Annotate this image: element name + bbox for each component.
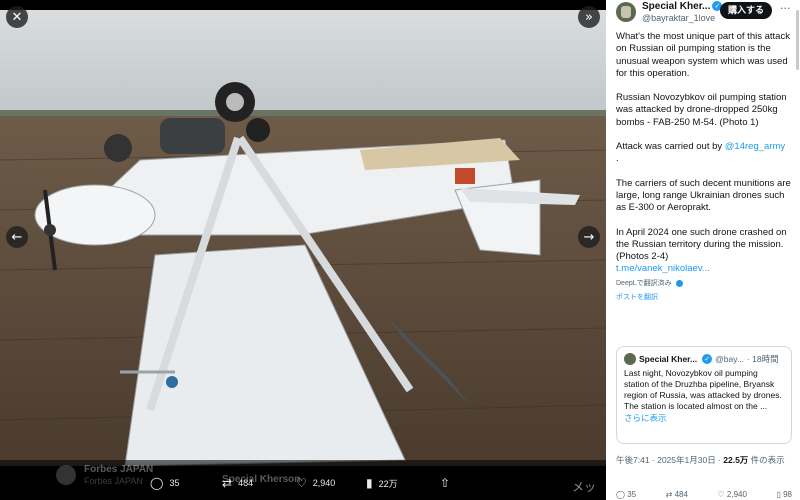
post-header: Special Kher... ✓ @bayraktar_1love 購入する ·… xyxy=(606,0,800,26)
crashed-drone-photo[interactable] xyxy=(0,10,606,466)
quoted-verified-icon: ✓ xyxy=(702,354,713,364)
deepl-badge-icon: ✓ xyxy=(675,279,683,287)
views-suffix: 件の表示 xyxy=(748,455,785,465)
subscribe-button[interactable]: 購入する xyxy=(720,2,772,19)
quoted-post[interactable]: Special Kher... ✓ @bay... · 18時間 Last ni… xyxy=(616,346,792,444)
post-timestamp: 午後7:41 · 2025年1月30日 · 22.5万 件の表示 xyxy=(616,454,792,466)
telegram-link[interactable]: t.me/vanek_nikolaev... xyxy=(616,263,710,274)
repost-count-bottom[interactable]: ⇄ 484 xyxy=(666,490,688,500)
like-button[interactable]: ♡ 2,940 xyxy=(296,476,335,490)
author-name[interactable]: Special Kher... ✓ xyxy=(642,1,723,12)
bookmark-count-bottom-value: 98 xyxy=(783,490,792,499)
reply-count-bottom-value: 35 xyxy=(627,490,637,499)
repost-icon: ⇄ xyxy=(222,476,233,490)
post-paragraph-3: Attack was carried out by @14reg_army. xyxy=(616,141,792,166)
repost-button[interactable]: ⇄ 484 xyxy=(222,476,253,490)
photo-illustration xyxy=(0,10,606,466)
quoted-avatar xyxy=(624,353,636,365)
quoted-post-header: Special Kher... ✓ @bay... · 18時間 xyxy=(624,353,784,365)
author-name-text: Special Kher... xyxy=(642,1,711,12)
repost-count-bottom-value: 484 xyxy=(674,490,688,499)
show-more-link[interactable]: さらに表示 xyxy=(624,412,784,424)
paragraph-5-text: In April 2024 one such drone crashed on … xyxy=(616,226,787,263)
view-count: 22万 xyxy=(378,478,398,489)
expand-icon: » xyxy=(585,9,593,25)
media-viewer: ✕ » ← → Forbes JAPAN Forbes JAPAN Specia… xyxy=(0,0,606,500)
share-icon: ⇧ xyxy=(440,476,451,490)
paragraph-3-text: Attack was carried out by xyxy=(616,141,725,153)
reply-count-bottom[interactable]: ◯ 35 xyxy=(616,490,636,500)
quoted-author-name: Special Kher... xyxy=(639,354,698,364)
mention-link[interactable]: @14reg_army xyxy=(725,141,785,152)
reply-icon: ◯ xyxy=(150,476,164,490)
translated-by-deepl: DeepLで翻訳済み ✓ xyxy=(616,278,792,290)
close-icon: ✕ xyxy=(11,9,23,25)
more-options-icon[interactable]: ··· xyxy=(780,2,791,15)
repost-count: 484 xyxy=(238,478,254,488)
previous-photo-button[interactable]: ← xyxy=(6,226,28,248)
ghost-author-name: Forbes JAPAN xyxy=(84,464,154,475)
translated-by-label: DeepLで翻訳済み xyxy=(616,279,672,287)
expand-sidebar-button[interactable]: » xyxy=(578,6,600,28)
like-count-bottom[interactable]: ♡ 2,940 xyxy=(717,490,746,500)
post-paragraph-1: What's the most unique part of this atta… xyxy=(616,31,790,79)
next-photo-button[interactable]: → xyxy=(578,226,600,248)
quoted-post-time: · 18時間 xyxy=(746,354,779,364)
post-paragraph-2: Russian Novozybkov oil pumping station w… xyxy=(616,92,787,128)
views-value: 22.5万 xyxy=(723,455,749,465)
chevron-left-icon: ← xyxy=(11,229,23,245)
timestamp-text: 午後7:41 · 2025年1月30日 · xyxy=(616,455,724,465)
translate-post-link[interactable]: ポストを翻訳 xyxy=(616,292,792,304)
views-button[interactable]: ▮ 22万 xyxy=(366,476,398,490)
quoted-post-text: Last night, Novozybkov oil pumping stati… xyxy=(624,368,782,411)
bookmark-count-bottom[interactable]: ▯ 98 xyxy=(776,490,792,500)
sidebar-scrollbar[interactable] xyxy=(796,10,799,70)
photo-action-bar: ◯ 35 ⇄ 484 ♡ 2,940 ▮ 22万 ⇧ xyxy=(0,476,606,498)
post-action-bar: ◯ 35 ⇄ 484 ♡ 2,940 ▯ 98 xyxy=(616,490,792,500)
quoted-author-handle: @bay... xyxy=(715,354,744,364)
close-button[interactable]: ✕ xyxy=(6,6,28,28)
reply-count: 35 xyxy=(169,478,180,488)
paragraph-3-suffix: . xyxy=(616,153,619,165)
post-paragraph-4: The carriers of such decent munitions ar… xyxy=(616,177,791,214)
post-sidebar: Special Kher... ✓ @bayraktar_1love 購入する ·… xyxy=(606,0,800,500)
bar-chart-icon: ▮ xyxy=(366,476,373,490)
post-body: What's the most unique part of this atta… xyxy=(616,31,792,310)
author-handle[interactable]: @bayraktar_1love xyxy=(642,13,715,23)
chevron-right-icon: → xyxy=(583,229,595,245)
post-paragraph-5: In April 2024 one such drone crashed on … xyxy=(616,227,792,276)
like-count-bottom-value: 2,940 xyxy=(726,490,747,499)
share-button[interactable]: ⇧ xyxy=(440,476,450,490)
heart-icon: ♡ xyxy=(296,476,307,490)
like-count: 2,940 xyxy=(312,478,336,488)
reply-button[interactable]: ◯ 35 xyxy=(150,476,179,490)
avatar[interactable] xyxy=(616,2,636,22)
